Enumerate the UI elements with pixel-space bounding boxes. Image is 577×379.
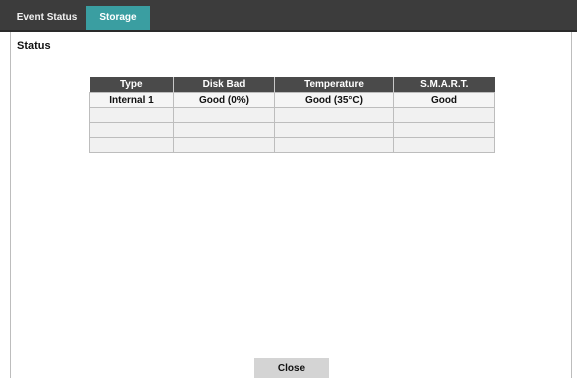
panel-right-border [571, 32, 572, 378]
column-header-type: Type [89, 77, 174, 93]
cell-temperature [274, 137, 394, 153]
column-header-smart: S.M.A.R.T. [393, 77, 495, 93]
storage-status-window: Event Status Storage Status Type Disk Ba… [0, 0, 577, 378]
tab-bar: Event Status Storage [0, 0, 577, 32]
cell-disk-bad: Good (0%) [173, 92, 275, 108]
cell-temperature [274, 122, 394, 138]
close-button[interactable]: Close [254, 358, 329, 378]
section-title: Status [17, 40, 51, 52]
cell-type: Internal 1 [89, 92, 174, 108]
cell-disk-bad [173, 122, 275, 138]
cell-temperature: Good (35°C) [274, 92, 394, 108]
panel-left-border [10, 32, 11, 378]
column-header-disk-bad: Disk Bad [173, 77, 275, 93]
table-row[interactable]: Internal 1 Good (0%) Good (35°C) Good [89, 92, 495, 108]
storage-table: Type Disk Bad Temperature S.M.A.R.T. Int… [89, 77, 495, 153]
cell-type [89, 107, 174, 123]
table-row[interactable] [89, 137, 495, 153]
table-header-row: Type Disk Bad Temperature S.M.A.R.T. [89, 77, 495, 93]
table-row[interactable] [89, 107, 495, 123]
cell-smart: Good [393, 92, 495, 108]
cell-temperature [274, 107, 394, 123]
tab-event-status[interactable]: Event Status [12, 6, 82, 30]
table-row[interactable] [89, 122, 495, 138]
cell-smart [393, 107, 495, 123]
cell-disk-bad [173, 107, 275, 123]
cell-smart [393, 122, 495, 138]
cell-type [89, 137, 174, 153]
cell-smart [393, 137, 495, 153]
cell-disk-bad [173, 137, 275, 153]
tab-storage[interactable]: Storage [86, 6, 150, 30]
cell-type [89, 122, 174, 138]
column-header-temperature: Temperature [274, 77, 394, 93]
